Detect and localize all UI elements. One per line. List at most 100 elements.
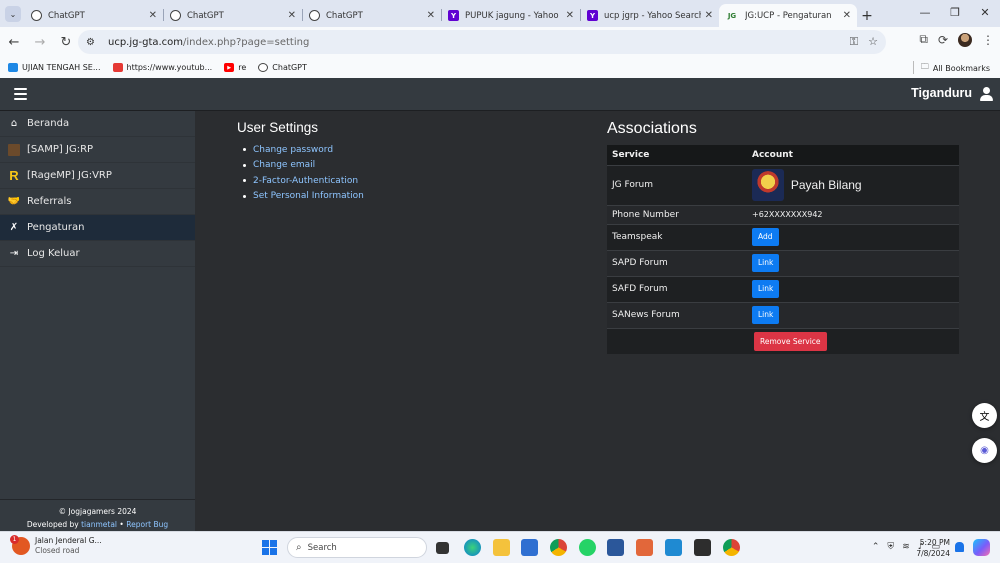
minimize-icon[interactable]: —	[910, 4, 940, 20]
username[interactable]: Tiganduru	[911, 86, 972, 100]
profile-avatar[interactable]	[958, 32, 972, 47]
url-text: ucp.jg-gta.com/index.php?page=setting	[108, 36, 310, 48]
terminal-icon[interactable]	[694, 539, 711, 556]
back-arrow-icon[interactable]: ←	[2, 30, 26, 54]
chrome-icon[interactable]	[550, 539, 567, 556]
window-close-icon[interactable]: ✕	[970, 4, 1000, 20]
teamspeak-add-button[interactable]: Add	[752, 228, 779, 246]
menu-kebab-icon[interactable]: ⋮	[982, 33, 994, 47]
change-password-link[interactable]: Change password	[253, 142, 364, 158]
sidebar-item-log-keluar[interactable]: ⇥ Log Keluar	[0, 241, 195, 267]
column-header-service: Service	[607, 145, 747, 165]
column-header-account: Account	[747, 145, 959, 165]
weather-widget[interactable]: 1 Jalan Jenderal G... Closed road	[10, 535, 102, 556]
security-icon[interactable]: ⛨	[887, 542, 894, 552]
personal-information-link[interactable]: Set Personal Information	[253, 189, 364, 205]
close-icon[interactable]: ✕	[566, 10, 574, 21]
bookmark-separator	[913, 61, 914, 74]
sidebar-item-referrals[interactable]: 🤝 Referrals	[0, 189, 195, 215]
browser-tab[interactable]: ChatGPT ✕	[164, 4, 302, 27]
account-cell: Add	[747, 223, 959, 250]
sapd-link-button[interactable]: Link	[752, 254, 780, 272]
notification-bell-icon[interactable]	[955, 542, 964, 552]
bookmark-item[interactable]: UJIAN TENGAH SE...	[8, 63, 101, 72]
close-icon[interactable]: ✕	[149, 10, 157, 21]
user-icon[interactable]	[980, 87, 993, 102]
close-icon[interactable]: ✕	[705, 10, 713, 21]
restore-icon[interactable]: ❐	[940, 4, 970, 20]
bookmark-favicon-icon	[8, 63, 18, 72]
chrome-sync-icon[interactable]: ⟳	[938, 33, 948, 47]
table-row: SAPD Forum Link	[607, 249, 959, 276]
chevron-up-icon[interactable]: ⌃	[872, 542, 880, 552]
ucp-app: Tiganduru ⌂ Beranda [SAMP] JG:RP R [Rage…	[0, 78, 1000, 531]
new-tab-plus-icon[interactable]: +	[857, 4, 877, 27]
browser-tab[interactable]: ChatGPT ✕	[303, 4, 441, 27]
bookmark-star-icon[interactable]: ☆	[868, 35, 878, 49]
reload-icon[interactable]: ↻	[54, 30, 78, 54]
edge-icon[interactable]	[464, 539, 481, 556]
bookmarks-bar: UJIAN TENGAH SE... https://www.youtub...…	[0, 57, 1000, 78]
sidebar-item-beranda[interactable]: ⌂ Beranda	[0, 111, 195, 137]
close-icon[interactable]: ✕	[427, 10, 435, 21]
copilot-icon[interactable]	[973, 539, 990, 556]
browser-tab[interactable]: ChatGPT ✕	[25, 4, 163, 27]
app-topbar: Tiganduru	[0, 78, 1000, 111]
browser-tab[interactable]: Y PUPUK jagung - Yahoo Ima ✕	[442, 4, 580, 27]
word-icon[interactable]	[607, 539, 624, 556]
tab-search-chevron-icon[interactable]: ⌄	[5, 6, 21, 22]
table-row: Remove Service	[607, 327, 959, 354]
report-bug-link[interactable]: Report Bug	[126, 520, 168, 529]
sanews-link-button[interactable]: Link	[752, 306, 780, 324]
two-factor-auth-link[interactable]: 2-Factor-Authentication	[253, 173, 364, 189]
chrome-profile-icon[interactable]	[723, 539, 740, 556]
task-view-icon[interactable]	[436, 542, 449, 554]
forward-arrow-icon[interactable]: →	[28, 30, 52, 54]
password-key-icon[interactable]: ⚿	[850, 35, 858, 49]
account-cell: Payah Bilang	[747, 164, 959, 205]
close-icon[interactable]: ✕	[288, 10, 296, 21]
service-cell: SAPD Forum	[607, 249, 747, 276]
folder-icon: 🗀	[920, 62, 929, 71]
bookmark-item[interactable]: https://www.youtub...	[112, 63, 212, 72]
bookmark-item[interactable]: ChatGPT	[258, 63, 307, 72]
table-row: Phone Number +62XXXXXXX942	[607, 204, 959, 224]
vscode-icon[interactable]	[665, 539, 682, 556]
hamburger-menu-icon[interactable]	[14, 88, 27, 100]
extensions-puzzle-icon[interactable]: ⧉	[919, 32, 928, 47]
store-icon[interactable]	[521, 539, 538, 556]
file-explorer-icon[interactable]	[493, 539, 510, 556]
whatsapp-icon[interactable]	[579, 539, 596, 556]
handshake-icon: 🤝	[7, 196, 21, 207]
address-bar[interactable]: ⚙ ucp.jg-gta.com/index.php?page=setting …	[78, 30, 886, 54]
translate-icon[interactable]: 文	[972, 403, 997, 428]
bookmark-favicon-icon	[112, 63, 123, 72]
site-settings-icon[interactable]: ⚙	[86, 37, 100, 48]
remove-service-button[interactable]: Remove Service	[754, 331, 827, 351]
windows-start-icon[interactable]	[262, 540, 277, 555]
service-cell: Phone Number	[607, 204, 747, 224]
close-icon[interactable]: ✕	[843, 10, 851, 21]
forum-avatar	[752, 169, 784, 201]
service-cell: SANews Forum	[607, 301, 747, 328]
browser-tab-active[interactable]: JG JG:UCP - Pengaturan ✕	[719, 4, 857, 27]
chatgpt-icon	[31, 10, 42, 21]
system-clock[interactable]: 5:20 PM 7/8/2024	[916, 537, 950, 559]
taskbar-search[interactable]: ⌕ Search	[287, 537, 427, 558]
sidebar-item-samp[interactable]: [SAMP] JG:RP	[0, 137, 195, 163]
safd-link-button[interactable]: Link	[752, 280, 780, 298]
sidebar-item-pengaturan[interactable]: ✗ Pengaturan	[0, 215, 195, 241]
bookmark-item[interactable]: ▶ re	[224, 63, 246, 72]
app-icon[interactable]	[636, 539, 653, 556]
sidebar-item-ragemp[interactable]: R [RageMP] JG:VRP	[0, 163, 195, 189]
all-bookmarks-button[interactable]: 🗀 All Bookmarks	[921, 61, 990, 75]
account-cell: Remove Service	[747, 327, 959, 354]
browser-tab[interactable]: Y ucp jgrp - Yahoo Search Re ✕	[581, 4, 719, 27]
youtube-icon: ▶	[224, 63, 235, 72]
wifi-icon[interactable]: ≋	[902, 542, 910, 552]
associations-table: Service Account JG Forum Payah Bilang Ph…	[607, 145, 959, 354]
developer-link[interactable]: tianmetal	[81, 520, 117, 529]
yahoo-icon: Y	[448, 10, 459, 21]
assistant-bubble-icon[interactable]: ◉	[972, 438, 997, 463]
change-email-link[interactable]: Change email	[253, 158, 364, 174]
